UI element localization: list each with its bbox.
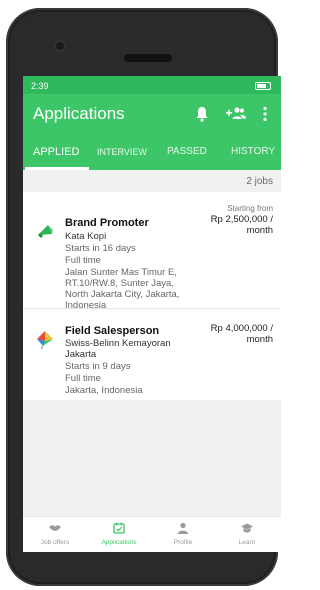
job-type: Full time <box>65 255 101 266</box>
calendar-check-icon <box>113 522 125 534</box>
salary: Rp 4,000,000 / month <box>210 323 273 345</box>
job-card[interactable]: Field Salesperson Swiss-Belinn Kemayoran… <box>23 308 281 398</box>
nav-profile[interactable]: Profile <box>151 517 215 552</box>
job-title: Brand Promoter <box>65 217 149 229</box>
more-vertical-icon[interactable] <box>262 106 268 122</box>
battery-icon <box>255 82 271 90</box>
phone-frame: 2:39 Applications APPLIED INTERVIEW PASS… <box>6 8 281 586</box>
start-date: Starts in 9 days <box>65 361 131 372</box>
status-bar: 2:39 <box>23 76 281 94</box>
job-list: Brand Promoter Kata Kopi Starts in 16 da… <box>23 192 281 400</box>
tab-applied[interactable]: APPLIED <box>33 134 79 170</box>
jobs-count: 2 jobs <box>246 176 273 187</box>
status-time: 2:39 <box>31 81 49 91</box>
tab-history[interactable]: HISTORY <box>231 134 275 170</box>
start-date: Starts in 16 days <box>65 243 136 254</box>
job-card[interactable]: Brand Promoter Kata Kopi Starts in 16 da… <box>23 192 281 311</box>
tab-interview[interactable]: INTERVIEW <box>97 134 147 170</box>
megaphone-icon <box>38 225 53 238</box>
bell-icon[interactable] <box>195 106 209 122</box>
job-address: Jalan Sunter Mas Timur E, RT.10/RW.8, Su… <box>65 267 180 311</box>
add-people-icon[interactable] <box>226 106 246 120</box>
tab-bar: APPLIED INTERVIEW PASSED HISTORY <box>23 134 281 170</box>
tab-passed[interactable]: PASSED <box>167 134 207 170</box>
company-name: Kata Kopi <box>65 231 107 242</box>
company-name: Swiss-Belinn Kemayoran Jakarta <box>65 338 171 360</box>
salary: Rp 2,500,000 / month <box>210 214 273 236</box>
nav-job-offers[interactable]: Job offers <box>23 517 87 552</box>
nav-label: Job offers <box>40 539 70 546</box>
app-bar: Applications <box>23 94 281 134</box>
job-title: Field Salesperson <box>65 325 160 337</box>
list-header: 2 jobs <box>23 170 281 192</box>
page-title: Applications <box>33 104 125 123</box>
salary-label: Starting from <box>227 204 273 213</box>
nav-label: Applications <box>101 539 137 546</box>
camera <box>56 42 64 50</box>
screen: 2:39 Applications APPLIED INTERVIEW PASS… <box>23 76 281 552</box>
job-type: Full time <box>65 373 101 384</box>
bottom-nav: Job offers Applications Profile Learn <box>23 516 281 552</box>
nav-learn[interactable]: Learn <box>215 517 279 552</box>
speaker <box>124 54 172 62</box>
handshake-icon <box>49 525 61 531</box>
person-icon <box>178 522 188 534</box>
graduation-cap-icon <box>241 523 253 533</box>
kite-icon <box>37 331 53 350</box>
nav-applications[interactable]: Applications <box>87 517 151 552</box>
nav-label: Profile <box>173 539 193 546</box>
nav-label: Learn <box>238 539 256 546</box>
job-address: Jakarta, Indonesia <box>65 385 143 396</box>
